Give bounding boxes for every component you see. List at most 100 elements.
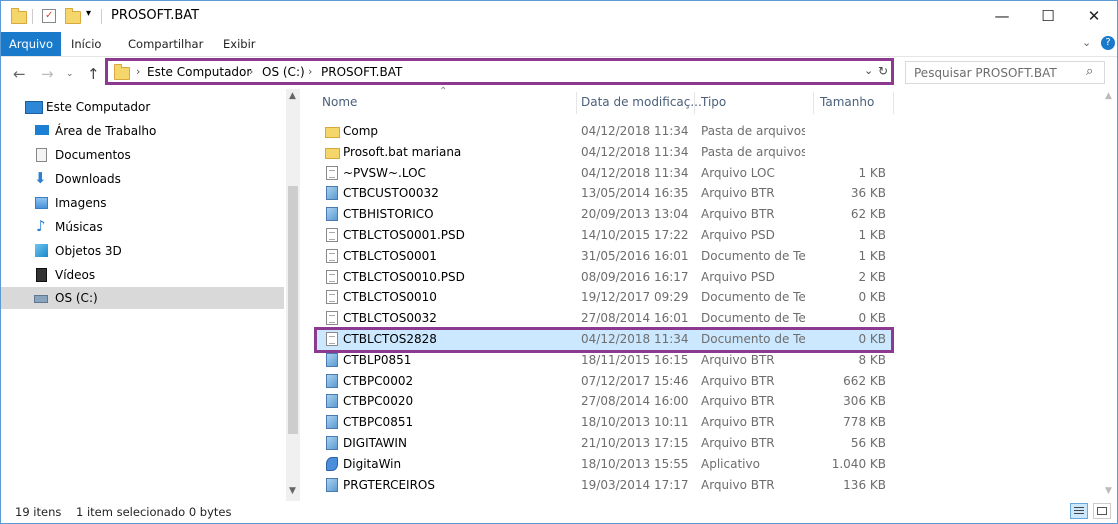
properties-icon[interactable]: ✓ bbox=[42, 9, 56, 23]
file-row[interactable]: CTBLCTOS0010 19/12/2017 09:29 Documento de… bbox=[317, 287, 892, 308]
address-bar[interactable]: › Este Computador › OS (C:) › PROSOFT.BA… bbox=[105, 58, 894, 85]
documents-icon bbox=[36, 148, 47, 162]
file-row[interactable]: CTBCUSTO0032 13/05/2014 16:35 Arquivo BTR 3… bbox=[317, 183, 892, 204]
column-header-name[interactable]: Nome bbox=[322, 95, 357, 109]
file-row[interactable]: CTBHISTORICO 20/09/2013 13:04 Arquivo BTR 6… bbox=[317, 204, 892, 225]
nav-label: Vídeos bbox=[55, 268, 96, 282]
nav-item-area-de-trabalho[interactable]: Área de Trabalho bbox=[1, 120, 284, 142]
file-date: 18/10/2013 10:11 bbox=[581, 415, 689, 430]
new-folder-icon[interactable] bbox=[65, 8, 81, 24]
file-name: CTBLCTOS0010 bbox=[343, 290, 437, 305]
file-row[interactable]: CTBPC0020 27/08/2014 16:00 Arquivo BTR 306 … bbox=[317, 391, 892, 412]
file-date: 07/12/2017 15:46 bbox=[581, 373, 689, 388]
column-divider[interactable] bbox=[893, 92, 894, 114]
btr-file-icon bbox=[326, 394, 338, 409]
details-view-icon[interactable] bbox=[1070, 503, 1088, 519]
nav-item-imagens[interactable]: Imagens bbox=[1, 192, 284, 214]
folder-icon bbox=[11, 8, 27, 24]
refresh-icon[interactable]: ↻ bbox=[878, 64, 888, 78]
column-divider[interactable] bbox=[576, 92, 577, 114]
file-name: CTBLP0851 bbox=[343, 352, 412, 367]
file-type: Pasta de arquivos bbox=[701, 144, 805, 159]
column-header-type[interactable]: Tipo bbox=[701, 95, 726, 109]
tab-arquivo[interactable]: Arquivo bbox=[1, 32, 62, 56]
navigation-scrollbar[interactable]: ▲ ▼ bbox=[286, 89, 300, 501]
column-divider[interactable] bbox=[813, 92, 814, 114]
nav-item-videos[interactable]: Vídeos bbox=[1, 264, 284, 286]
column-header-date[interactable]: Data de modificaç... bbox=[581, 95, 702, 109]
breadcrumb-prosoft-bat[interactable]: PROSOFT.BAT bbox=[321, 65, 402, 79]
column-header-size[interactable]: Tamanho bbox=[820, 95, 874, 109]
breadcrumb-separator-icon[interactable]: › bbox=[136, 65, 140, 78]
file-type: Arquivo BTR bbox=[701, 186, 775, 201]
file-row[interactable]: PRGTERCEIROS 19/03/2014 17:17 Arquivo BTR 1… bbox=[317, 475, 892, 496]
text-file-icon bbox=[326, 311, 338, 326]
tab-compartilhar[interactable]: Compartilhar bbox=[119, 32, 212, 56]
nav-label: Área de Trabalho bbox=[55, 124, 157, 138]
file-row[interactable]: Comp 04/12/2018 11:34 Pasta de arquivos bbox=[317, 121, 892, 142]
scroll-up-icon[interactable]: ▲ bbox=[1105, 91, 1112, 101]
customize-quick-access-icon[interactable]: ▾ bbox=[86, 8, 91, 19]
file-row[interactable]: CTBPC0002 07/12/2017 15:46 Arquivo BTR 662 … bbox=[317, 371, 892, 392]
file-size: 36 KB bbox=[850, 186, 886, 201]
file-type: Documento de Te... bbox=[701, 290, 805, 305]
drive-icon bbox=[34, 295, 48, 303]
tab-inicio[interactable]: Início bbox=[62, 32, 110, 56]
file-row[interactable]: ~PVSW~.LOC 04/12/2018 11:34 Arquivo LOC 1 K… bbox=[317, 163, 892, 184]
large-icons-view-icon[interactable] bbox=[1093, 503, 1111, 519]
breadcrumb-separator-icon[interactable]: › bbox=[308, 65, 312, 78]
file-icon bbox=[326, 165, 338, 180]
nav-item-downloads[interactable]: ⬇ Downloads bbox=[1, 168, 284, 190]
nav-label: Downloads bbox=[55, 172, 121, 186]
help-icon[interactable]: ? bbox=[1101, 36, 1115, 50]
scroll-down-icon[interactable]: ▼ bbox=[1105, 486, 1112, 496]
file-size: 8 KB bbox=[858, 352, 886, 367]
nav-label: Documentos bbox=[55, 148, 131, 162]
nav-item-documentos[interactable]: Documentos bbox=[1, 144, 284, 166]
folder-icon bbox=[114, 64, 130, 80]
file-row[interactable]: DIGITAWIN 21/10/2013 17:15 Arquivo BTR 56 K… bbox=[317, 433, 892, 454]
file-list-scrollbar[interactable]: ▲ ▼ bbox=[1102, 89, 1116, 501]
file-icon bbox=[326, 269, 338, 284]
expand-ribbon-icon[interactable]: ⌄ bbox=[1082, 36, 1091, 49]
minimize-button[interactable]: — bbox=[979, 1, 1025, 31]
forward-icon[interactable]: → bbox=[41, 65, 54, 83]
file-row[interactable]: CTBLCTOS0010.PSD 08/09/2016 16:17 Arquivo … bbox=[317, 267, 892, 288]
file-size: 136 KB bbox=[843, 477, 886, 492]
up-icon[interactable]: ↑ bbox=[87, 65, 100, 83]
file-date: 20/09/2013 13:04 bbox=[581, 207, 689, 222]
close-button[interactable]: ✕ bbox=[1071, 1, 1117, 31]
file-row[interactable]: CTBLCTOS0001.PSD 14/10/2015 17:22 Arquivo … bbox=[317, 225, 892, 246]
btr-file-icon bbox=[326, 477, 338, 492]
file-row[interactable]: Prosoft.bat mariana 04/12/2018 11:34 Pasta… bbox=[317, 142, 892, 163]
address-dropdown-icon[interactable]: ⌄ bbox=[864, 64, 873, 77]
file-icon bbox=[326, 228, 338, 242]
title-bar: ✓ ▾ PROSOFT.BAT — ☐ ✕ bbox=[1, 1, 1117, 32]
file-name: CTBLCTOS0001.PSD bbox=[343, 228, 465, 242]
btr-file-icon bbox=[326, 352, 338, 367]
column-divider[interactable] bbox=[694, 92, 695, 114]
file-name: Comp bbox=[343, 124, 379, 138]
file-row[interactable]: CTBPC0851 18/10/2013 10:11 Arquivo BTR 778 … bbox=[317, 412, 892, 433]
scroll-up-icon[interactable]: ▲ bbox=[289, 91, 296, 101]
text-file-icon bbox=[326, 248, 338, 263]
breadcrumb-este-computador[interactable]: Este Computador bbox=[147, 65, 251, 79]
search-icon[interactable]: ⌕ bbox=[1086, 64, 1093, 79]
desktop-icon bbox=[35, 125, 49, 135]
back-icon[interactable]: ← bbox=[13, 65, 26, 83]
scrollbar-thumb[interactable] bbox=[288, 186, 298, 434]
file-row[interactable]: DigitaWin 18/10/2013 15:55 Aplicativo 1.040… bbox=[317, 454, 892, 475]
nav-item-este-computador[interactable]: Este Computador bbox=[1, 96, 284, 118]
status-bar: 19 itens 1 item selecionado 0 bytes bbox=[1, 501, 1117, 523]
file-row[interactable]: CTBLCTOS0001 31/05/2016 16:01 Documento de… bbox=[317, 246, 892, 267]
breadcrumb-separator-icon[interactable]: › bbox=[249, 65, 253, 78]
search-box[interactable]: Pesquisar PROSOFT.BAT ⌕ bbox=[905, 61, 1105, 84]
scroll-down-icon[interactable]: ▼ bbox=[289, 486, 296, 496]
breadcrumb-os-c[interactable]: OS (C:) bbox=[262, 65, 305, 79]
nav-item-objetos-3d[interactable]: Objetos 3D bbox=[1, 240, 284, 262]
recent-locations-icon[interactable]: ⌄ bbox=[66, 69, 74, 79]
nav-item-os-c[interactable]: OS (C:) bbox=[1, 287, 284, 309]
nav-item-musicas[interactable]: ♪ Músicas bbox=[1, 216, 284, 238]
maximize-button[interactable]: ☐ bbox=[1025, 1, 1071, 31]
tab-exibir[interactable]: Exibir bbox=[214, 32, 265, 56]
